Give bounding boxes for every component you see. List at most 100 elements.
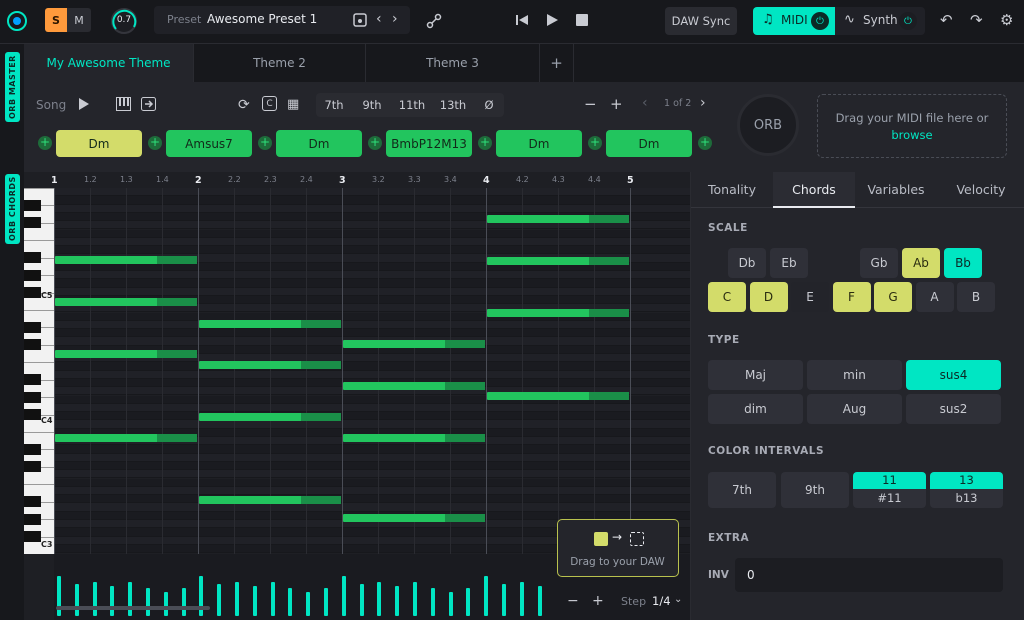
black-key[interactable]: [24, 374, 41, 386]
color-13-button[interactable]: 13 b13: [930, 472, 1003, 508]
velocity-bar[interactable]: [395, 586, 400, 616]
scale-note-f[interactable]: F: [832, 282, 871, 312]
type-dim[interactable]: dim: [708, 394, 803, 424]
scale-note-d[interactable]: D: [749, 282, 788, 312]
type-maj[interactable]: Maj: [708, 360, 803, 390]
synth-power-icon[interactable]: ⏻: [899, 12, 917, 30]
scale-note-e[interactable]: E: [791, 282, 829, 312]
interval-halfdim[interactable]: Ø: [474, 93, 504, 117]
zoom-plus-button[interactable]: +: [592, 593, 604, 609]
velocity-bar[interactable]: [377, 582, 382, 616]
note-grid[interactable]: 1 1.2 1.3 1.4 2 2.2 2.3 2.4 3 3.2 3.3 3.4 4 4.2 4.3 4.4…: [51, 172, 690, 554]
synth-button[interactable]: ∿ Synth ⏻: [835, 7, 925, 35]
velocity-bar[interactable]: [163, 592, 168, 616]
scale-note-a[interactable]: A: [915, 282, 954, 312]
velocity-bar[interactable]: [502, 584, 506, 616]
black-key[interactable]: [24, 217, 41, 229]
interval-9th[interactable]: 9th: [354, 93, 390, 117]
velocity-bar[interactable]: [484, 576, 489, 616]
add-chord-button[interactable]: +: [38, 136, 52, 150]
black-key[interactable]: [24, 408, 41, 421]
black-key[interactable]: [24, 443, 41, 455]
velocity-bar[interactable]: [235, 582, 239, 616]
velocity-bar[interactable]: [199, 576, 204, 616]
midi-note[interactable]: [55, 256, 197, 264]
color-11-button[interactable]: 11 #11: [853, 472, 926, 508]
velocity-bar[interactable]: [270, 582, 275, 616]
chord-chip[interactable]: Amsus7: [166, 130, 252, 157]
velocity-bar[interactable]: [341, 576, 346, 616]
midi-note[interactable]: [343, 382, 485, 390]
midi-note[interactable]: [55, 350, 197, 358]
grid-icon[interactable]: ▦: [287, 97, 299, 112]
black-key[interactable]: [24, 321, 41, 333]
type-min[interactable]: min: [807, 360, 902, 390]
zoom-minus-button[interactable]: −: [567, 593, 579, 609]
tab-tonality[interactable]: Tonality: [691, 172, 773, 208]
drag-to-daw-box[interactable]: → Drag to your DAW: [557, 519, 679, 577]
chord-chip[interactable]: BmbP12M13: [386, 130, 472, 157]
add-chord-button[interactable]: +: [478, 136, 492, 150]
scale-note-eb[interactable]: Eb: [770, 248, 808, 278]
chord-chip[interactable]: Dm: [276, 130, 362, 157]
tab-velocity[interactable]: Velocity: [937, 172, 1024, 208]
scale-note-gb[interactable]: Gb: [860, 248, 898, 278]
scale-note-ab[interactable]: Ab: [902, 248, 940, 278]
solo-button[interactable]: S: [45, 8, 67, 32]
midi-note[interactable]: [55, 434, 197, 442]
velocity-bar[interactable]: [110, 586, 115, 616]
scale-note-bb[interactable]: Bb: [944, 248, 982, 278]
velocity-bar[interactable]: [288, 588, 293, 616]
velocity-bar[interactable]: [217, 584, 222, 616]
page-next-icon[interactable]: ›: [700, 95, 706, 111]
midi-note[interactable]: [199, 320, 341, 328]
add-chord-button[interactable]: +: [258, 136, 272, 150]
daw-sync-button[interactable]: DAW Sync: [665, 7, 737, 35]
velocity-bar[interactable]: [537, 586, 542, 616]
song-play-icon[interactable]: [78, 98, 89, 110]
preset-name[interactable]: Awesome Preset 1: [207, 12, 317, 26]
prev-preset-icon[interactable]: ‹: [376, 11, 382, 27]
midi-note[interactable]: [199, 361, 341, 369]
black-key[interactable]: [24, 269, 41, 281]
velocity-bar[interactable]: [359, 584, 364, 616]
color-9th-button[interactable]: 9th: [781, 472, 849, 508]
orb-button[interactable]: ORB: [737, 94, 799, 156]
add-chord-button[interactable]: +: [698, 136, 712, 150]
interval-7th[interactable]: 7th: [316, 93, 352, 117]
save-icon[interactable]: [352, 12, 368, 28]
add-tab-button[interactable]: +: [540, 44, 574, 82]
scale-note-g[interactable]: G: [874, 282, 912, 312]
next-preset-icon[interactable]: ›: [392, 11, 398, 27]
velocity-bar[interactable]: [57, 576, 61, 616]
midi-note[interactable]: [343, 434, 485, 442]
velocity-bar[interactable]: [92, 582, 97, 616]
black-key[interactable]: [24, 339, 41, 351]
velocity-bar[interactable]: [128, 582, 133, 616]
page-plus-button[interactable]: +: [610, 95, 623, 113]
chord-chip[interactable]: Dm: [496, 130, 582, 157]
velocity-bar[interactable]: [466, 588, 471, 616]
step-value[interactable]: 1/4: [652, 594, 671, 608]
midi-note[interactable]: [487, 392, 629, 400]
midi-note[interactable]: [487, 257, 629, 265]
chord-c-icon[interactable]: C: [262, 96, 277, 111]
refresh-icon[interactable]: ⟳: [238, 97, 250, 113]
add-chord-button[interactable]: +: [148, 136, 162, 150]
velocity-bar[interactable]: [146, 588, 150, 616]
midi-note[interactable]: [199, 496, 341, 504]
page-prev-icon[interactable]: ‹: [642, 95, 648, 111]
midi-note[interactable]: [487, 309, 629, 317]
black-key[interactable]: [24, 513, 41, 525]
chord-chip[interactable]: Dm: [606, 130, 692, 157]
undo-icon[interactable]: ↶: [940, 11, 953, 29]
black-key[interactable]: [24, 199, 41, 211]
velocity-bar[interactable]: [430, 588, 435, 616]
browse-link[interactable]: browse: [818, 128, 1006, 142]
midi-note[interactable]: [343, 514, 485, 522]
chord-chip[interactable]: Dm: [56, 130, 142, 157]
midi-button[interactable]: ♫ MIDI ⏻: [753, 7, 835, 35]
scale-note-b[interactable]: B: [957, 282, 995, 312]
add-chord-button[interactable]: +: [368, 136, 382, 150]
velocity-bar[interactable]: [448, 592, 453, 616]
